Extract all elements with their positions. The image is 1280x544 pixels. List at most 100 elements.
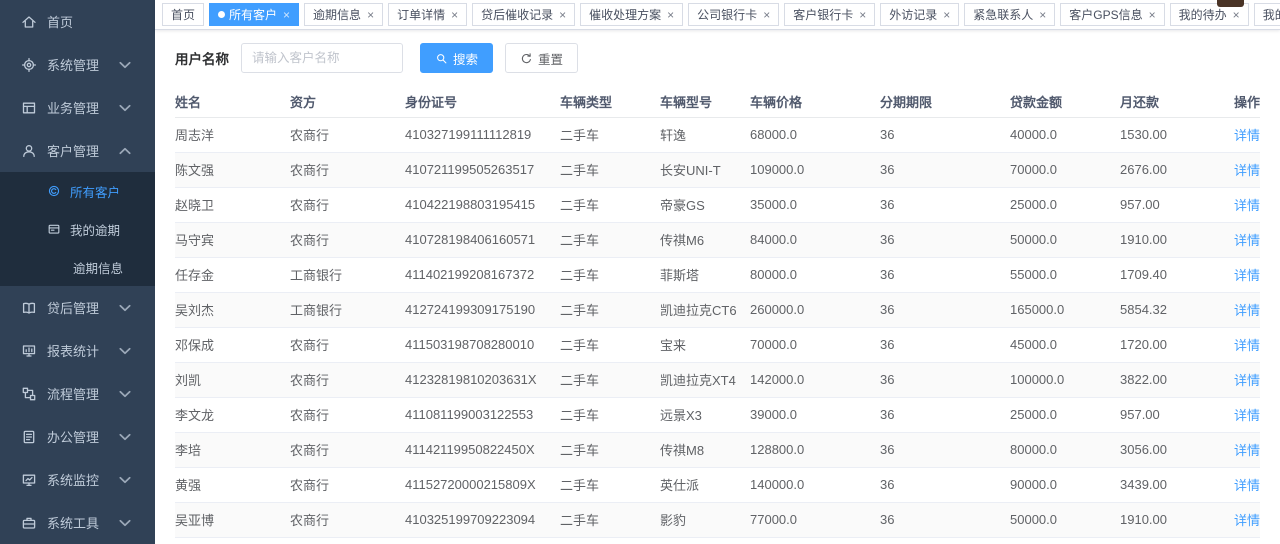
tab-4[interactable]: 贷后催收记录× (472, 3, 575, 26)
cell: 二手车 (560, 292, 660, 327)
action-cell: 详情 (1220, 187, 1260, 222)
tab-close-icon[interactable]: × (667, 9, 674, 21)
cell (1120, 537, 1220, 544)
chevron-down-icon (117, 515, 133, 531)
tab-7[interactable]: 客户银行卡× (784, 3, 875, 26)
reset-button[interactable]: 重置 (505, 43, 578, 73)
tab-label: 公司银行卡 (697, 6, 757, 23)
sidebar-submenu: 所有客户我的逾期逾期信息 (0, 172, 155, 286)
table-row: 任存金工商银行411402199208167372二手车菲斯塔80000.036… (175, 257, 1260, 292)
tab-5[interactable]: 催收处理方案× (580, 3, 683, 26)
detail-link[interactable]: 详情 (1234, 513, 1260, 528)
detail-link[interactable]: 详情 (1234, 338, 1260, 353)
cell: 84000.0 (750, 222, 880, 257)
tab-close-icon[interactable]: × (943, 9, 950, 21)
detail-link[interactable]: 详情 (1234, 233, 1260, 248)
tab-0[interactable]: 首页 (162, 3, 204, 26)
tags-view-bar: 首页所有客户×逾期信息×订单详情×贷后催收记录×催收处理方案×公司银行卡×客户银… (155, 0, 1280, 30)
reset-button-label: 重置 (538, 49, 563, 68)
cell: 90000.0 (1010, 467, 1120, 502)
table-body: 周志洋农商行410327199111112819二手车轩逸68000.03640… (175, 117, 1260, 544)
sidebar-item-6[interactable]: 流程管理 (0, 372, 155, 415)
cell: 农商行 (290, 222, 405, 257)
cell: 任存金 (175, 257, 290, 292)
book-icon (21, 300, 37, 316)
tab-close-icon[interactable]: × (1149, 9, 1156, 21)
cell: 影豹 (660, 502, 750, 537)
detail-link[interactable]: 详情 (1234, 268, 1260, 283)
cell: 吴刘杰 (175, 292, 290, 327)
sidebar-subitem-label: 所有客户 (70, 182, 120, 201)
tab-close-icon[interactable]: × (859, 9, 866, 21)
tab-9[interactable]: 紧急联系人× (964, 3, 1055, 26)
sidebar-item-label: 流程管理 (47, 384, 99, 403)
sidebar-item-label: 系统工具 (47, 513, 99, 532)
flow-icon (21, 386, 37, 402)
sidebar: 首页系统管理业务管理客户管理所有客户我的逾期逾期信息贷后管理报表统计流程管理办公… (0, 0, 155, 544)
cell: 工商银行 (290, 292, 405, 327)
tab-close-icon[interactable]: × (1233, 9, 1240, 21)
cell: 41152720000215809X (405, 467, 560, 502)
chevron-down-icon (117, 429, 133, 445)
tab-2[interactable]: 逾期信息× (304, 3, 383, 26)
tab-1[interactable]: 所有客户× (209, 3, 299, 26)
cell: 李文龙 (175, 397, 290, 432)
table-row: 黄强农商行41152720000215809X二手车英仕派140000.0369… (175, 467, 1260, 502)
tab-close-icon[interactable]: × (367, 9, 374, 21)
action-cell: 详情 (1220, 502, 1260, 537)
sidebar-item-5[interactable]: 报表统计 (0, 329, 155, 372)
cell: 410721199505263517 (405, 152, 560, 187)
detail-link[interactable]: 详情 (1234, 478, 1260, 493)
detail-link[interactable]: 详情 (1234, 373, 1260, 388)
tab-6[interactable]: 公司银行卡 × (688, 3, 779, 26)
tab-12[interactable]: 我的流程× (1254, 3, 1280, 26)
search-button[interactable]: 搜索 (420, 43, 493, 73)
tab-label: 订单详情 (397, 6, 445, 23)
cell: 马守宾 (175, 222, 290, 257)
sidebar-item-3[interactable]: 客户管理 (0, 129, 155, 172)
cell: 36 (880, 152, 1010, 187)
sidebar-item-4[interactable]: 贷后管理 (0, 286, 155, 329)
search-input[interactable] (241, 43, 403, 73)
tab-10[interactable]: 客户GPS信息× (1060, 3, 1164, 26)
tab-close-icon[interactable]: × (451, 9, 458, 21)
tab-close-icon[interactable]: × (1039, 9, 1046, 21)
table-row: 李培农商行41142119950822450X二手车传祺M8128800.036… (175, 432, 1260, 467)
detail-link[interactable]: 详情 (1234, 163, 1260, 178)
cell: 远景X3 (660, 397, 750, 432)
action-cell: 详情 (1220, 152, 1260, 187)
detail-link[interactable]: 详情 (1234, 198, 1260, 213)
column-header-0: 姓名 (175, 86, 290, 117)
sidebar-subitem-0[interactable]: 所有客户 (0, 172, 155, 210)
cell: 36 (880, 327, 1010, 362)
chevron-down-icon (117, 57, 133, 73)
sidebar-item-7[interactable]: 办公管理 (0, 415, 155, 458)
detail-link[interactable]: 详情 (1234, 408, 1260, 423)
detail-link[interactable]: 详情 (1234, 443, 1260, 458)
tab-3[interactable]: 订单详情 × (388, 3, 467, 26)
cell: 35000.0 (750, 187, 880, 222)
sidebar-item-1[interactable]: 系统管理 (0, 43, 155, 86)
cell (880, 537, 1010, 544)
cell: 36 (880, 432, 1010, 467)
column-header-6: 分期期限 (880, 86, 1010, 117)
cell: 二手车 (560, 187, 660, 222)
table-row: 王明伟农商行二手车详情 (175, 537, 1260, 544)
sidebar-item-8[interactable]: 系统监控 (0, 458, 155, 501)
action-cell: 详情 (1220, 432, 1260, 467)
detail-link[interactable]: 详情 (1234, 303, 1260, 318)
tab-close-icon[interactable]: × (559, 9, 566, 21)
tab-close-icon[interactable]: × (763, 9, 770, 21)
cell: 55000.0 (1010, 257, 1120, 292)
tab-8[interactable]: 外访记录× (880, 3, 959, 26)
tab-close-icon[interactable]: × (283, 9, 290, 21)
sidebar-subitem-1[interactable]: 我的逾期 (0, 210, 155, 248)
detail-link[interactable]: 详情 (1234, 128, 1260, 143)
circle-c-icon (47, 184, 61, 198)
sidebar-item-2[interactable]: 业务管理 (0, 86, 155, 129)
sidebar-item-0[interactable]: 首页 (0, 0, 155, 43)
cell: 140000.0 (750, 467, 880, 502)
action-cell: 详情 (1220, 117, 1260, 152)
sidebar-subitem-2[interactable]: 逾期信息 (0, 248, 155, 286)
sidebar-item-9[interactable]: 系统工具 (0, 501, 155, 544)
